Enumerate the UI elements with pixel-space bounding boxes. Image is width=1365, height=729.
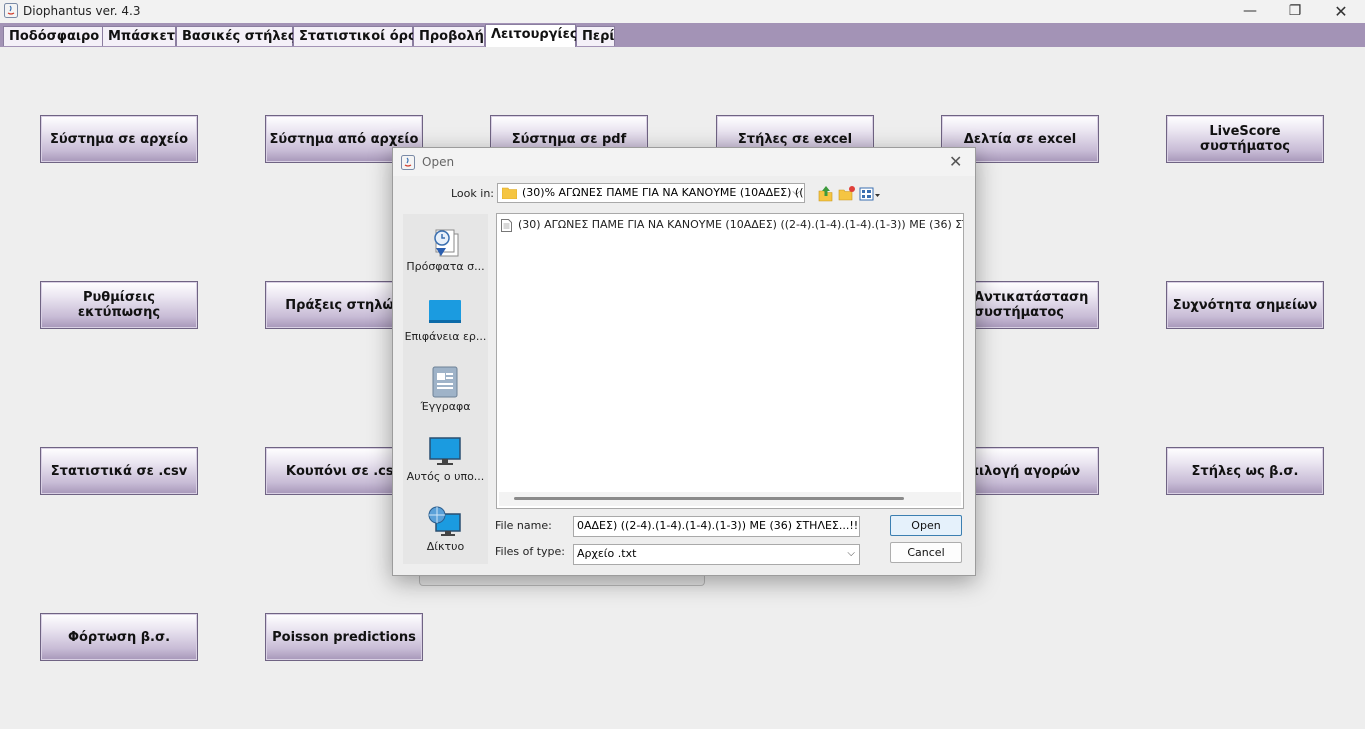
window-title: Diophantus ver. 4.3 <box>23 4 141 18</box>
computer-icon <box>429 437 461 465</box>
tab-about[interactable]: Περί <box>576 26 615 46</box>
look-in-value: (30)% ΑΓΩΝΕΣ ΠΑΜΕ ΓΙΑ ΝΑ ΚΑΝΟΥΜΕ (10ΑΔΕΣ… <box>522 186 805 199</box>
place-label: Επιφάνεια ερ... <box>404 330 487 343</box>
columns-as-db-button[interactable]: Στήλες ως β.σ. <box>1166 447 1324 495</box>
chevron-down-icon: ⌵ <box>847 548 855 559</box>
network-icon <box>428 506 461 536</box>
title-bar: Diophantus ver. 4.3 — ❐ ✕ <box>0 0 1365 23</box>
minimize-button[interactable]: — <box>1227 0 1273 22</box>
java-app-icon <box>4 3 18 18</box>
print-settings-button[interactable]: Ρυθμίσεις εκτύπωσης <box>40 281 198 329</box>
up-one-level-icon[interactable] <box>817 185 835 203</box>
new-folder-icon[interactable] <box>838 185 856 203</box>
place-label: Αυτός ο υπο... <box>406 470 485 483</box>
poisson-predictions-button[interactable]: Poisson predictions <box>265 613 423 661</box>
files-of-type-value: Αρχείο .txt <box>577 547 637 560</box>
tab-statistical-terms[interactable]: Στατιστικοί όροι <box>293 26 422 46</box>
livescore-system-button[interactable]: LiveScore συστήματος <box>1166 115 1324 163</box>
open-file-dialog: Open ✕ Look in: (30)% ΑΓΩΝΕΣ ΠΑΜΕ ΓΙΑ ΝΑ… <box>392 147 976 576</box>
close-button[interactable]: ✕ <box>1318 0 1364 22</box>
file-list[interactable]: (30) ΑΓΩΝΕΣ ΠΑΜΕ ΓΙΑ ΝΑ ΚΑΝΟΥΜΕ (10ΑΔΕΣ)… <box>496 213 964 509</box>
files-of-type-label: Files of type: <box>495 545 566 558</box>
tab-football[interactable]: Ποδόσφαιρο <box>3 26 103 46</box>
text-file-icon <box>501 218 512 232</box>
chevron-down-icon: ⌵ <box>792 187 800 198</box>
horizontal-scrollbar[interactable] <box>499 492 961 506</box>
place-label: Πρόσφατα σ... <box>406 260 485 273</box>
look-in-combo[interactable]: (30)% ΑΓΩΝΕΣ ΠΑΜΕ ΓΙΑ ΝΑ ΚΑΝΟΥΜΕ (10ΑΔΕΣ… <box>497 183 805 203</box>
restore-icon: ❐ <box>1288 3 1302 19</box>
places-bar: Πρόσφατα σ... Επιφάνεια ερ... Έγγραφα Αυ… <box>403 214 488 564</box>
place-documents[interactable]: Έγγραφα <box>403 354 488 420</box>
look-in-label: Look in: <box>451 187 494 200</box>
statistics-to-csv-button[interactable]: Στατιστικά σε .csv <box>40 447 198 495</box>
open-button[interactable]: Open <box>890 515 962 536</box>
place-desktop[interactable]: Επιφάνεια ερ... <box>403 284 488 350</box>
place-this-pc[interactable]: Αυτός ο υπο... <box>403 424 488 490</box>
place-label: Δίκτυο <box>426 540 465 553</box>
view-menu-icon[interactable] <box>859 185 881 203</box>
tab-view[interactable]: Προβολή <box>413 26 485 46</box>
java-dialog-icon <box>401 155 415 170</box>
place-label: Έγγραφα <box>420 400 471 413</box>
desktop-icon <box>429 300 461 323</box>
folder-icon <box>502 187 517 199</box>
scrollbar-thumb[interactable] <box>514 497 904 500</box>
file-name-label: File name: <box>495 519 552 532</box>
dialog-title-bar: Open ✕ <box>393 148 975 176</box>
dialog-title: Open <box>422 155 455 169</box>
file-list-item[interactable]: (30) ΑΓΩΝΕΣ ΠΑΜΕ ΓΙΑ ΝΑ ΚΑΝΟΥΜΕ (10ΑΔΕΣ)… <box>501 218 964 232</box>
tab-basic-columns[interactable]: Βασικές στήλες <box>176 26 296 46</box>
maximize-button[interactable]: ❐ <box>1272 0 1318 22</box>
close-icon: ✕ <box>1334 1 1348 21</box>
load-db-button[interactable]: Φόρτωση β.σ. <box>40 613 198 661</box>
cancel-button[interactable]: Cancel <box>890 542 962 563</box>
recent-items-icon <box>434 229 459 257</box>
documents-icon <box>432 366 458 398</box>
files-of-type-select[interactable]: Αρχείο .txt ⌵ <box>573 544 860 565</box>
tab-basketball[interactable]: Μπάσκετ <box>102 26 176 46</box>
place-network[interactable]: Δίκτυο <box>403 494 488 560</box>
system-to-file-button[interactable]: Σύστημα σε αρχείο <box>40 115 198 163</box>
file-name-field[interactable]: 0ΑΔΕΣ) ((2-4).(1-4).(1-4).(1-3)) ΜΕ (36)… <box>573 516 860 537</box>
tab-functions[interactable]: Λειτουργίες <box>485 24 578 47</box>
file-name-text: (30) ΑΓΩΝΕΣ ΠΑΜΕ ΓΙΑ ΝΑ ΚΑΝΟΥΜΕ (10ΑΔΕΣ)… <box>518 218 964 231</box>
place-recent[interactable]: Πρόσφατα σ... <box>403 214 488 280</box>
dialog-close-icon[interactable]: ✕ <box>949 152 962 171</box>
sign-frequency-button[interactable]: Συχνότητα σημείων <box>1166 281 1324 329</box>
minimize-icon: — <box>1243 3 1257 19</box>
